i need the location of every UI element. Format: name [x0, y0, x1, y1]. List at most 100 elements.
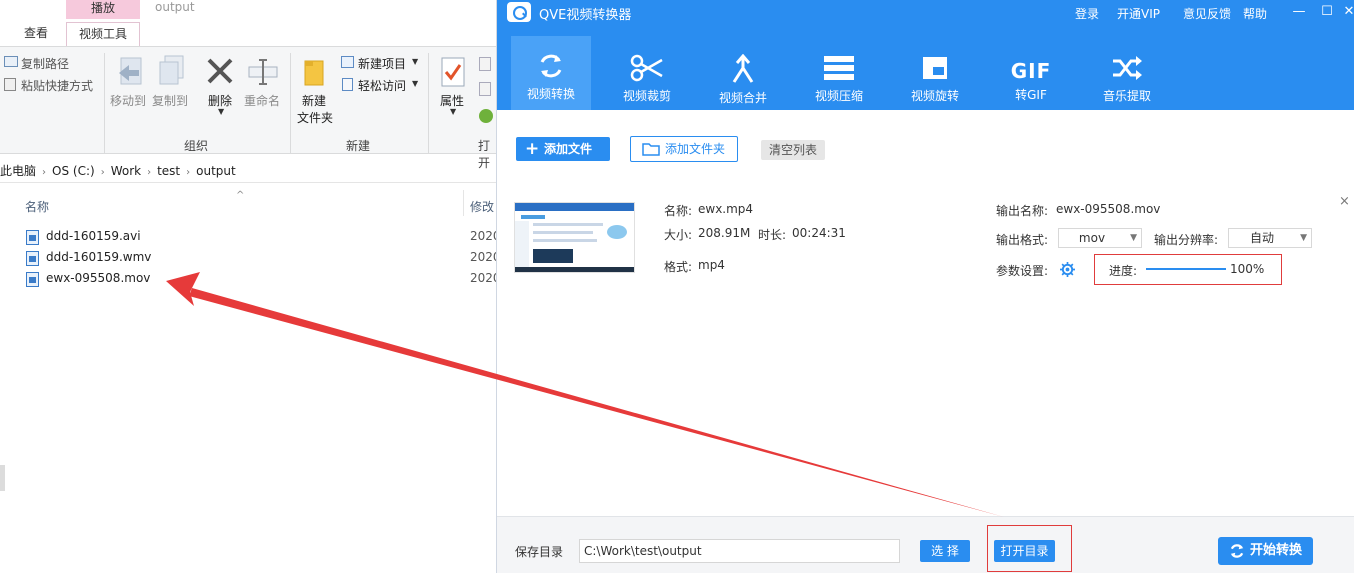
- new-item-button[interactable]: 新建项目: [358, 55, 406, 72]
- rename-button[interactable]: 重命名: [244, 92, 280, 109]
- output-format-select[interactable]: mov ▼: [1058, 228, 1142, 248]
- file-row[interactable]: ddd-160159.wmv 2020: [26, 249, 501, 269]
- tool-label: 视频旋转: [910, 89, 959, 103]
- add-file-button[interactable]: + 添加文件: [516, 137, 610, 161]
- login-link[interactable]: 登录: [1075, 5, 1099, 22]
- convert-icon: [1230, 544, 1244, 558]
- column-divider[interactable]: [463, 190, 464, 216]
- start-convert-button[interactable]: 开始转换: [1218, 537, 1313, 565]
- output-resolution-select[interactable]: 自动 ▼: [1228, 228, 1312, 248]
- delete-icon: [207, 58, 233, 84]
- properties-dropdown-icon[interactable]: ▼: [450, 107, 456, 116]
- chevron-right-icon: ›: [186, 167, 191, 178]
- choose-directory-button[interactable]: 选 择: [920, 540, 970, 562]
- source-format-label: 格式:: [664, 260, 693, 274]
- file-explorer-window: 播放 output 查看 视频工具 复制路径 粘贴快捷方式 移动到 复制到 删除…: [0, 0, 501, 573]
- breadcrumb-this-pc[interactable]: 此电脑: [0, 161, 36, 181]
- new-folder-button-line2[interactable]: 文件夹: [297, 109, 333, 126]
- remove-item-button[interactable]: ×: [1339, 194, 1350, 209]
- breadcrumb-output[interactable]: output: [196, 161, 236, 181]
- new-folder-icon: [304, 60, 324, 86]
- breadcrumb-test[interactable]: test: [157, 161, 180, 181]
- copy-path-icon: [4, 56, 18, 67]
- progress-bar-fill: [1146, 268, 1226, 270]
- file-row[interactable]: ddd-160159.avi 2020: [26, 228, 501, 248]
- file-name: ewx-095508.mov: [46, 271, 151, 285]
- chevron-down-icon: ▼: [1300, 233, 1307, 243]
- explorer-window-title: output: [155, 0, 195, 14]
- copy-path-button[interactable]: 复制路径: [21, 55, 69, 72]
- ribbon-tabs: 查看 视频工具: [0, 22, 496, 46]
- easy-access-dropdown-icon[interactable]: ▼: [412, 79, 418, 88]
- output-name-label: 输出名称:: [996, 204, 1049, 218]
- paste-shortcut-button[interactable]: 粘贴快捷方式: [21, 77, 93, 94]
- save-directory-label: 保存目录: [515, 545, 564, 559]
- tool-video-crop[interactable]: 视频裁剪: [607, 46, 687, 110]
- delete-dropdown-icon[interactable]: ▼: [218, 107, 224, 116]
- organize-group-label: 组织: [184, 139, 209, 153]
- feedback-link[interactable]: 意见反馈: [1183, 5, 1231, 22]
- source-format: mp4: [698, 258, 725, 272]
- tool-music-extract[interactable]: 音乐提取: [1087, 46, 1167, 110]
- clear-list-button[interactable]: 清空列表: [761, 140, 825, 160]
- tab-view[interactable]: 查看: [24, 22, 48, 46]
- open-directory-button[interactable]: 打开目录: [994, 540, 1055, 562]
- tool-video-compress[interactable]: 视频压缩: [799, 46, 879, 110]
- sort-ascending-icon: ^: [236, 190, 245, 201]
- video-file-icon: [26, 251, 39, 266]
- shuffle-icon: [1113, 56, 1142, 80]
- properties-icon: [441, 57, 465, 87]
- chevron-down-icon: ▼: [1130, 233, 1137, 243]
- tool-label: 视频压缩: [814, 89, 863, 103]
- address-bar[interactable]: 此电脑 › OS (C:) › Work › test › output: [0, 161, 496, 183]
- tool-label: 视频裁剪: [622, 89, 671, 103]
- open-icon: [479, 57, 491, 71]
- rename-icon: [248, 59, 278, 85]
- easy-access-icon: [342, 78, 353, 91]
- minimize-button[interactable]: —: [1291, 4, 1307, 19]
- close-button[interactable]: ✕: [1343, 4, 1354, 19]
- tab-video-tools[interactable]: 视频工具: [66, 22, 140, 46]
- column-header-name[interactable]: 名称: [25, 198, 49, 215]
- move-to-icon: [119, 57, 142, 85]
- tool-video-merge[interactable]: 视频合并: [703, 46, 783, 110]
- save-directory-input[interactable]: C:\Work\test\output: [579, 539, 900, 563]
- new-group-label: 新建: [346, 139, 371, 153]
- add-folder-button[interactable]: 添加文件夹: [630, 136, 738, 162]
- scissors-icon: [630, 54, 663, 82]
- output-name[interactable]: ewx-095508.mov: [1056, 202, 1160, 216]
- new-folder-button[interactable]: 新建: [302, 92, 326, 109]
- chevron-right-icon: ›: [42, 167, 47, 178]
- copy-to-button[interactable]: 复制到: [152, 92, 188, 109]
- tool-to-gif[interactable]: GIF 转GIF: [991, 46, 1071, 110]
- file-name: ddd-160159.avi: [46, 229, 141, 243]
- folder-icon: [642, 143, 660, 156]
- history-icon: [479, 109, 493, 123]
- file-row[interactable]: ewx-095508.mov 2020: [26, 270, 501, 290]
- tool-label: 视频合并: [718, 91, 767, 105]
- copy-to-icon: [159, 55, 184, 85]
- new-item-dropdown-icon[interactable]: ▼: [412, 57, 418, 66]
- breadcrumb-drive[interactable]: OS (C:): [52, 161, 95, 181]
- gear-icon[interactable]: [1060, 262, 1075, 277]
- move-to-button[interactable]: 移动到: [110, 92, 146, 109]
- chevron-right-icon: ›: [100, 167, 105, 178]
- file-name: ddd-160159.wmv: [46, 250, 152, 264]
- duration: 00:24:31: [792, 226, 846, 240]
- tool-video-rotate[interactable]: 视频旋转: [895, 46, 975, 110]
- navigation-pane-scrollbar[interactable]: [0, 465, 5, 491]
- output-resolution-label: 输出分辨率:: [1154, 233, 1219, 247]
- breadcrumb-work[interactable]: Work: [111, 161, 141, 181]
- help-link[interactable]: 帮助: [1243, 5, 1267, 22]
- easy-access-button[interactable]: 轻松访问: [358, 77, 406, 94]
- app-header: QVE视频转换器 登录 开通VIP 意见反馈 帮助 — ☐ ✕ 视频转换 视频裁…: [497, 0, 1354, 110]
- open-vip-link[interactable]: 开通VIP: [1117, 5, 1160, 22]
- tool-video-convert[interactable]: 视频转换: [511, 36, 591, 110]
- ribbon: 复制路径 粘贴快捷方式 移动到 复制到 删除 ▼ 重命名 组织 新建 文件夹 新…: [0, 46, 496, 170]
- desktop: 播放 output 查看 视频工具 复制路径 粘贴快捷方式 移动到 复制到 删除…: [0, 0, 1354, 573]
- maximize-button[interactable]: ☐: [1319, 4, 1335, 19]
- convert-icon: [540, 54, 562, 78]
- tool-label: 音乐提取: [1102, 89, 1151, 103]
- column-header-modified[interactable]: 修改: [470, 198, 494, 215]
- gif-icon: GIF: [1010, 59, 1052, 83]
